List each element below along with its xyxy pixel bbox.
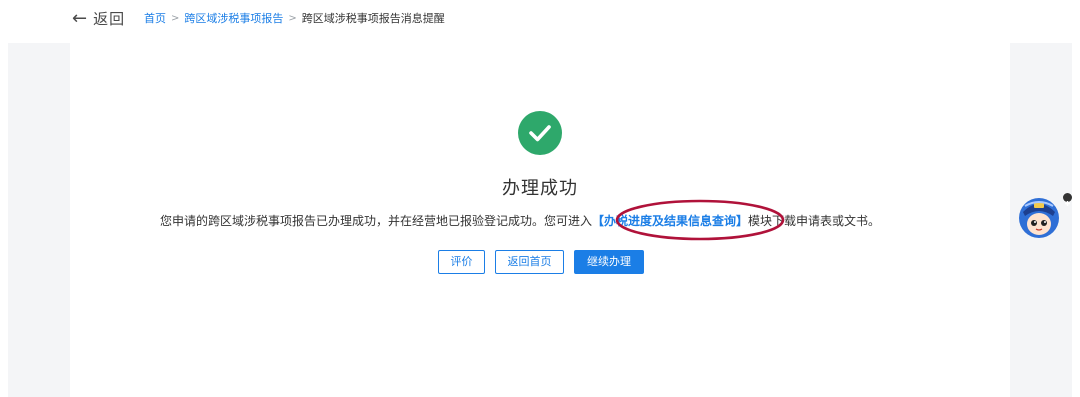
page: ← 返回 首页 > 跨区域涉税事项报告 > 跨区域涉税事项报告消息提醒 办理成功… — [0, 0, 1080, 397]
assistant-avatar-icon[interactable] — [1017, 194, 1061, 240]
continue-button[interactable]: 继续办理 — [574, 250, 644, 274]
result-message: 您申请的跨区域涉税事项报告已办理成功，并在经营地已报验登记成功。您可进入【办税进… — [160, 212, 880, 230]
breadcrumb-current: 跨区域涉税事项报告消息提醒 — [301, 12, 445, 25]
top-bar: ← 返回 首页 > 跨区域涉税事项报告 > 跨区域涉税事项报告消息提醒 — [0, 0, 1080, 42]
breadcrumb-separator-icon: > — [171, 13, 180, 24]
breadcrumb: 首页 > 跨区域涉税事项报告 > 跨区域涉税事项报告消息提醒 — [144, 12, 445, 26]
result-title: 办理成功 — [502, 178, 578, 199]
breadcrumb-section[interactable]: 跨区域涉税事项报告 — [184, 12, 283, 26]
back-home-button[interactable]: 返回首页 — [495, 250, 564, 274]
breadcrumb-home[interactable]: 首页 — [144, 12, 166, 26]
evaluate-button[interactable]: 评价 — [438, 250, 485, 274]
back-button[interactable]: ← 返回 — [72, 9, 125, 29]
breadcrumb-separator-icon: > — [288, 13, 297, 24]
left-side-panel — [8, 43, 70, 397]
message-text-after: 模块下载申请表或文书。 — [748, 214, 881, 228]
back-arrow-icon: ← — [72, 8, 88, 29]
plus-icon[interactable] — [1063, 193, 1072, 206]
check-circle-icon — [518, 111, 562, 155]
message-text-before: 您申请的跨区域涉税事项报告已办理成功，并在经营地已报验登记成功。您可进入 — [160, 214, 593, 228]
query-results-link[interactable]: 【办税进度及结果信息查询】 — [592, 214, 748, 228]
back-label: 返回 — [93, 10, 126, 28]
